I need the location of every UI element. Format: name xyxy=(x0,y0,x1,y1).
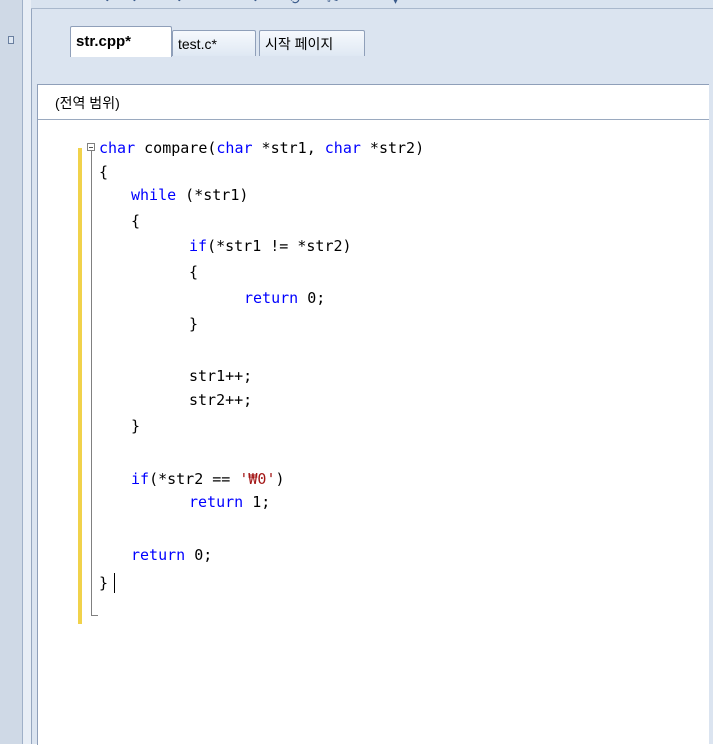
code-text: ) xyxy=(275,470,285,488)
code-keyword: char xyxy=(324,139,361,157)
code-keyword: if xyxy=(131,470,150,488)
code-text: { xyxy=(99,163,109,181)
tab-label: test.c* xyxy=(178,36,217,52)
forward-icon[interactable]: ↷ xyxy=(247,0,259,8)
code-line: { xyxy=(189,260,198,284)
code-line: str1++; xyxy=(189,364,252,388)
dropdown-arrow-icon[interactable]: ▾ xyxy=(392,0,399,8)
code-keyword: return xyxy=(244,289,299,307)
code-text: } xyxy=(131,417,141,435)
right-edge xyxy=(709,84,713,744)
code-text: str2++; xyxy=(189,391,253,409)
code-keyword: char xyxy=(216,139,253,157)
pin-icon[interactable] xyxy=(8,36,14,44)
redo-icon[interactable]: ↷ xyxy=(126,0,138,8)
tab-label: 시작 페이지 xyxy=(265,36,334,52)
code-line: while (*str1) xyxy=(131,183,248,207)
tab-test-c[interactable]: test.c* xyxy=(172,30,256,56)
outline-end xyxy=(91,615,98,616)
tool-icon[interactable]: ✂ xyxy=(327,0,339,8)
code-editor[interactable]: (전역 범위) char compare(char *str1, char *s… xyxy=(37,84,713,745)
code-text: (*str1) xyxy=(176,186,249,204)
tab-start-page[interactable]: 시작 페이지 xyxy=(259,30,365,56)
code-line: } xyxy=(189,312,198,336)
outline-guide xyxy=(91,148,92,616)
code-line: str2++; xyxy=(189,388,252,412)
code-text: str1++; xyxy=(189,367,253,385)
dock-separator xyxy=(22,0,31,744)
code-keyword: return xyxy=(189,493,244,511)
code-text: compare( xyxy=(135,139,217,157)
code-text: { xyxy=(189,263,199,281)
code-line: char compare(char *str1, char *str2) xyxy=(99,136,424,160)
toolbar: ↶ ↷ ↶ ↷ ⟲ ✂ ▾ xyxy=(0,0,713,9)
code-keyword: while xyxy=(131,186,177,204)
code-text: *str1, xyxy=(252,139,325,157)
code-text: { xyxy=(131,212,141,230)
change-marker-bar xyxy=(78,148,82,624)
code-line: return 0; xyxy=(131,543,212,567)
code-string: '₩0' xyxy=(239,470,276,488)
code-line: return 1; xyxy=(189,490,270,514)
code-text: (*str2 == xyxy=(149,470,240,488)
code-line: { xyxy=(131,209,140,233)
code-keyword: if xyxy=(189,237,208,255)
tab-strip: str.cpp* test.c* 시작 페이지 xyxy=(36,26,713,70)
code-line: { xyxy=(99,160,108,184)
code-line: if(*str1 != *str2) xyxy=(189,234,352,258)
tab-label: str.cpp* xyxy=(76,33,132,50)
scope-dropdown[interactable]: (전역 범위) xyxy=(38,85,713,120)
code-text: } xyxy=(189,315,199,333)
code-line: return 0; xyxy=(244,286,325,310)
code-area[interactable]: char compare(char *str1, char *str2){whi… xyxy=(38,120,713,745)
undo-icon[interactable]: ↶ xyxy=(104,0,116,8)
tab-str-cpp[interactable]: str.cpp* xyxy=(70,26,172,57)
code-text: 0; xyxy=(185,546,213,564)
code-text: 0; xyxy=(298,289,326,307)
code-keyword: return xyxy=(131,546,186,564)
back-icon[interactable]: ↶ xyxy=(176,0,188,8)
code-text: (*str1 != *str2) xyxy=(207,237,352,255)
code-text: 1; xyxy=(243,493,271,511)
scope-label: (전역 범위) xyxy=(55,95,120,111)
code-line: } xyxy=(99,571,108,595)
text-caret xyxy=(114,573,115,593)
code-line: if(*str2 == '₩0') xyxy=(131,467,285,491)
code-text: } xyxy=(99,574,109,592)
code-keyword: char xyxy=(99,139,136,157)
bookmark-icon[interactable]: ⟲ xyxy=(288,0,300,8)
collapse-minus-icon[interactable] xyxy=(87,143,95,151)
code-line: } xyxy=(131,414,140,438)
left-dock-strip xyxy=(0,0,31,744)
code-text: *str2) xyxy=(360,139,425,157)
